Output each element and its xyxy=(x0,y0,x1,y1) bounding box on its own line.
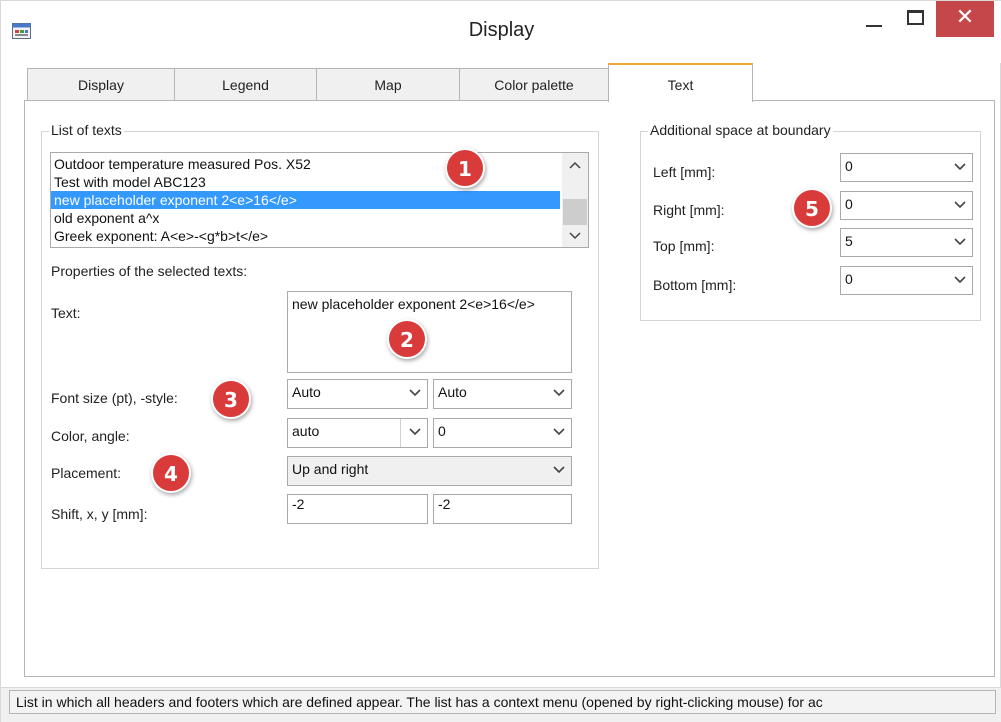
callout-marker-2: 2 xyxy=(387,319,427,359)
scroll-up-icon[interactable] xyxy=(562,155,588,173)
title-bar: Display ✕ xyxy=(1,1,1001,63)
top-label: Top [mm]: xyxy=(653,238,715,254)
chevron-down-icon xyxy=(553,389,565,397)
right-value: 0 xyxy=(845,196,853,212)
font-label: Font size (pt), -style: xyxy=(51,390,178,406)
chevron-down-icon xyxy=(553,466,565,474)
text-field[interactable]: new placeholder exponent 2<e>16</e> xyxy=(287,291,572,373)
bottom-label: Bottom [mm]: xyxy=(653,277,737,293)
bottom-value: 0 xyxy=(845,271,853,287)
status-text: List in which all headers and footers wh… xyxy=(9,690,996,714)
listbox-scrollbar[interactable] xyxy=(562,153,588,247)
angle-select[interactable]: 0 xyxy=(433,418,572,448)
scrollbar-thumb[interactable] xyxy=(563,199,587,225)
list-item[interactable]: Outdoor temperature measured Pos. X52 xyxy=(51,155,588,173)
tab-text[interactable]: Text xyxy=(608,63,753,102)
chevron-down-icon xyxy=(409,389,421,397)
tab-legend[interactable]: Legend xyxy=(174,68,317,101)
font-size-select[interactable]: Auto xyxy=(287,379,428,409)
placement-label: Placement: xyxy=(51,465,122,481)
list-item-selected[interactable]: new placeholder exponent 2<e>16</e> xyxy=(51,191,560,209)
placement-value: Up and right xyxy=(292,461,369,477)
callout-marker-4: 4 xyxy=(151,453,191,493)
combo-divider xyxy=(400,419,401,447)
list-item[interactable]: Greek exponent: A<e>-<g*b>t</e> xyxy=(51,227,588,245)
minimize-icon xyxy=(866,25,882,27)
color-select[interactable]: auto xyxy=(287,418,428,448)
chevron-down-icon xyxy=(954,238,966,246)
bottom-select[interactable]: 0 xyxy=(840,266,973,295)
close-icon: ✕ xyxy=(955,5,975,30)
right-label: Right [mm]: xyxy=(653,202,725,218)
tab-color-palette[interactable]: Color palette xyxy=(459,68,609,101)
callout-marker-5: 5 xyxy=(792,188,832,228)
chevron-down-icon xyxy=(954,163,966,171)
font-size-value: Auto xyxy=(292,384,321,400)
shift-label: Shift, x, y [mm]: xyxy=(51,506,148,522)
close-button[interactable]: ✕ xyxy=(936,1,994,37)
scroll-down-icon[interactable] xyxy=(562,227,588,245)
chevron-down-icon xyxy=(553,428,565,436)
tab-map[interactable]: Map xyxy=(316,68,460,101)
callout-marker-1: 1 xyxy=(445,148,485,188)
font-style-value: Auto xyxy=(438,384,467,400)
list-of-texts-title: List of texts xyxy=(49,122,124,138)
texts-listbox[interactable]: Outdoor temperature measured Pos. X52 Te… xyxy=(50,152,589,248)
tab-panel-text: List of texts Outdoor temperature measur… xyxy=(24,100,995,677)
list-item[interactable]: old exponent a^x xyxy=(51,209,588,227)
properties-heading: Properties of the selected texts: xyxy=(51,263,248,279)
maximize-icon xyxy=(907,10,924,25)
maximize-button[interactable] xyxy=(897,1,935,39)
left-value: 0 xyxy=(845,158,853,174)
chevron-down-icon xyxy=(954,201,966,209)
color-value: auto xyxy=(292,423,320,439)
right-select[interactable]: 0 xyxy=(840,191,973,220)
left-label: Left [mm]: xyxy=(653,164,716,180)
dialog-window: Display ✕ Display Legend Map Color palet… xyxy=(0,0,1001,722)
font-style-select[interactable]: Auto xyxy=(433,379,572,409)
chevron-down-icon xyxy=(954,276,966,284)
top-value: 5 xyxy=(845,233,853,249)
chevron-down-icon xyxy=(409,428,421,436)
shift-y-input[interactable]: -2 xyxy=(433,494,572,524)
list-item[interactable]: Test with model ABC123 xyxy=(51,173,588,191)
status-bar: List in which all headers and footers wh… xyxy=(1,687,1001,722)
color-label: Color, angle: xyxy=(51,428,130,444)
angle-value: 0 xyxy=(438,423,446,439)
top-select[interactable]: 5 xyxy=(840,228,973,257)
text-label: Text: xyxy=(51,305,81,321)
tab-display[interactable]: Display xyxy=(27,68,175,101)
left-select[interactable]: 0 xyxy=(840,153,973,182)
callout-marker-3: 3 xyxy=(211,379,251,419)
minimize-button[interactable] xyxy=(851,1,897,39)
boundary-title: Additional space at boundary xyxy=(648,122,833,138)
shift-x-input[interactable]: -2 xyxy=(287,494,428,524)
placement-select[interactable]: Up and right xyxy=(287,456,572,486)
